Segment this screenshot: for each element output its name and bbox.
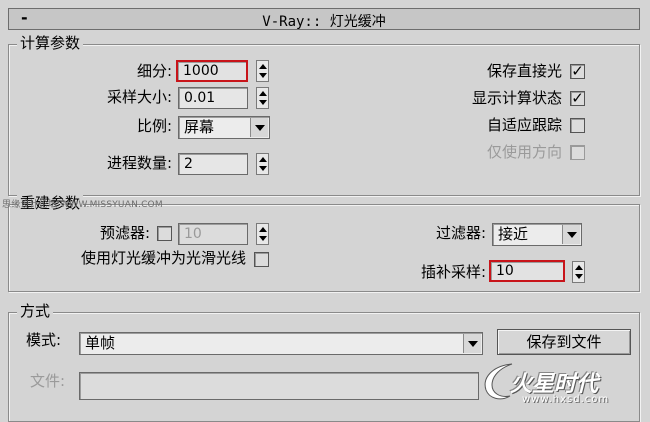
subdivs-input[interactable]: 1000 [176,60,248,82]
store-direct-checkbox[interactable]: ✓ [570,64,585,79]
subdivs-spinner[interactable] [256,60,269,82]
chevron-down-icon[interactable] [562,225,580,244]
file-label: 文件: [30,372,66,390]
calc-params-title: 计算参数 [17,34,84,52]
watermark-text: 思缘设计论坛 WWW.MISSYUAN.COM [2,200,163,210]
sample-size-label: 采样大小: [106,88,172,106]
show-calc-label: 显示计算状态 [471,89,562,107]
passes-input[interactable]: 2 [178,153,248,175]
filter-select-value: 接近 [498,225,529,243]
save-to-file-button[interactable]: 保存到文件 [497,329,631,355]
mode-group-title: 方式 [17,302,54,320]
interp-samples-label: 插补采样: [420,263,486,281]
prefilter-spinner[interactable] [256,223,269,245]
chevron-down-icon[interactable] [250,118,268,137]
prefilter-checkbox[interactable] [157,226,172,241]
subdivs-label: 细分: [136,62,172,80]
rollout-title: V-Ray:: 灯光缓冲 [262,14,386,30]
filter-label: 过滤器: [435,224,486,242]
file-input[interactable] [79,372,479,400]
use-for-glossy-label: 使用灯光缓冲为光滑光线 [80,249,246,267]
sample-size-input[interactable]: 0.01 [178,87,248,109]
adaptive-checkbox[interactable] [570,118,585,133]
store-direct-label: 保存直接光 [486,62,562,80]
sample-size-spinner[interactable] [256,87,269,109]
scale-label: 比例: [136,117,172,135]
use-directions-label: 仅使用方向 [486,143,562,161]
mode-select[interactable]: 单帧 [79,332,483,355]
interp-samples-spinner[interactable] [572,261,585,283]
logo-url: www.hxsd.com [522,394,610,405]
use-for-glossy-checkbox[interactable] [254,252,269,267]
mode-select-value: 单帧 [85,334,116,352]
scale-select[interactable]: 屏幕 [178,116,270,139]
adaptive-label: 自适应跟踪 [486,116,562,134]
prefilter-input[interactable]: 10 [178,223,248,245]
use-directions-checkbox[interactable] [570,145,585,160]
chevron-down-icon[interactable] [463,334,481,353]
mode-label: 模式: [26,331,62,349]
passes-spinner[interactable] [256,153,269,175]
scale-select-value: 屏幕 [184,118,215,136]
filter-select[interactable]: 接近 [492,223,582,246]
rollout-header[interactable]: - V-Ray:: 灯光缓冲 [8,8,640,30]
passes-label: 进程数量: [106,154,172,172]
show-calc-checkbox[interactable]: ✓ [570,91,585,106]
prefilter-label: 预滤器: [99,224,150,242]
interp-samples-input[interactable]: 10 [489,260,565,282]
